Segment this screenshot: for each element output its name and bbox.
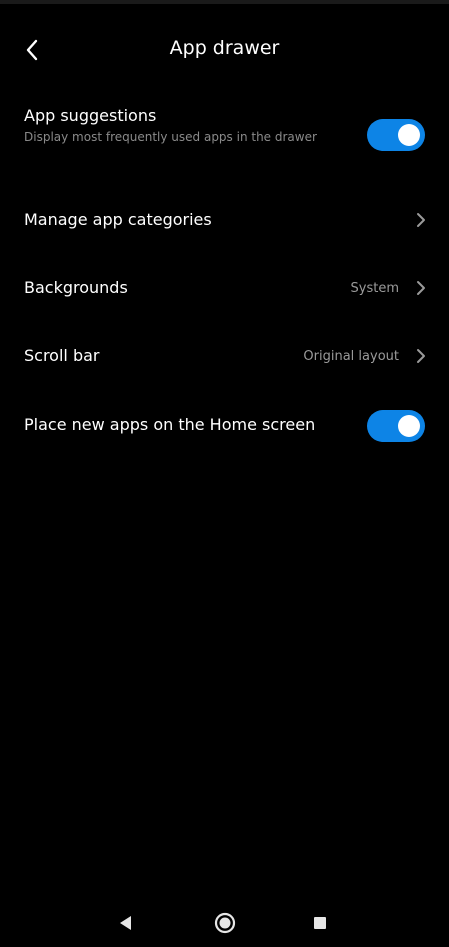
nav-recents-button[interactable]: [308, 911, 332, 935]
backgrounds-row[interactable]: Backgrounds System: [0, 264, 449, 312]
backgrounds-value: System: [350, 281, 399, 296]
place-new-apps-toggle[interactable]: [367, 410, 425, 442]
backgrounds-title: Backgrounds: [24, 278, 128, 297]
place-new-apps-row[interactable]: Place new apps on the Home screen: [0, 402, 449, 450]
page-title: App drawer: [169, 37, 280, 59]
circle-home-icon: [214, 912, 236, 934]
manage-app-categories-row[interactable]: Manage app categories: [0, 196, 449, 244]
toggle-knob: [398, 124, 420, 146]
header: App drawer: [0, 28, 449, 72]
chevron-right-icon: [415, 348, 427, 364]
navigation-bar: [0, 899, 449, 947]
chevron-right-icon: [415, 280, 427, 296]
scroll-bar-row[interactable]: Scroll bar Original layout: [0, 332, 449, 380]
triangle-back-icon: [120, 916, 131, 930]
manage-app-categories-title: Manage app categories: [24, 210, 212, 229]
nav-back-button[interactable]: [114, 911, 138, 935]
nav-home-button[interactable]: [213, 911, 237, 935]
app-suggestions-row[interactable]: App suggestions Display most frequently …: [0, 100, 449, 172]
scroll-bar-value: Original layout: [303, 349, 399, 364]
app-suggestions-title: App suggestions: [24, 106, 157, 125]
app-suggestions-toggle[interactable]: [367, 119, 425, 151]
status-bar-strip: [0, 0, 449, 4]
chevron-right-icon: [415, 212, 427, 228]
app-suggestions-subtitle: Display most frequently used apps in the…: [24, 130, 317, 144]
toggle-knob: [398, 415, 420, 437]
scroll-bar-title: Scroll bar: [24, 346, 100, 365]
square-recents-icon: [314, 917, 326, 929]
place-new-apps-title: Place new apps on the Home screen: [24, 415, 316, 434]
